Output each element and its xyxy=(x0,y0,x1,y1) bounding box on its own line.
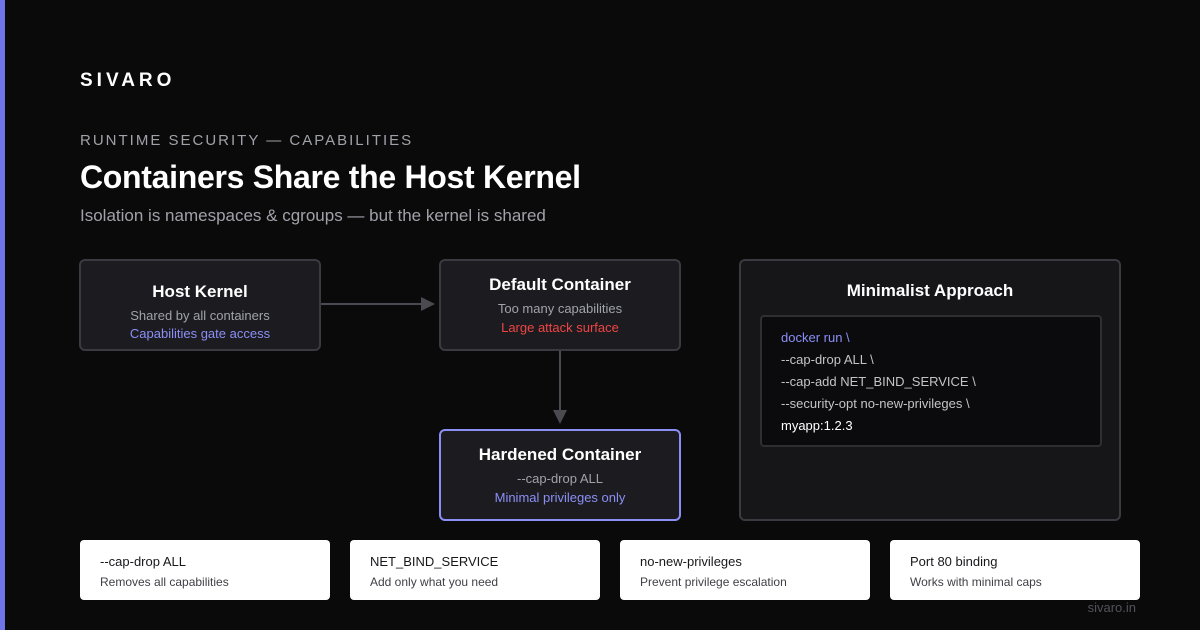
node-hardened-container: Hardened Container --cap-drop ALL Minima… xyxy=(439,429,681,521)
card-desc: Works with minimal caps xyxy=(910,575,1042,589)
info-card-cap-drop: --cap-drop ALL Removes all capabilities xyxy=(80,540,330,600)
card-title: NET_BIND_SERVICE xyxy=(370,554,499,569)
code-line: docker run \ xyxy=(781,330,850,345)
node-host-desc: Shared by all containers xyxy=(130,308,270,323)
card-desc: Add only what you need xyxy=(370,575,499,589)
arrow-default-to-hardened-head xyxy=(553,410,567,424)
minimalist-panel: Minimalist Approach docker run \ --cap-d… xyxy=(739,259,1121,521)
card-title: Port 80 binding xyxy=(910,554,998,569)
code-block: docker run \ --cap-drop ALL \ --cap-add … xyxy=(760,315,1102,447)
node-host-kernel: Host Kernel Shared by all containers Cap… xyxy=(79,259,321,351)
node-hardened-desc: --cap-drop ALL xyxy=(517,471,603,486)
node-hardened-note: Minimal privileges only xyxy=(494,490,626,505)
footer-url: sivaro.in xyxy=(1087,600,1136,615)
code-line: myapp:1.2.3 xyxy=(781,418,853,433)
code-line: --cap-drop ALL \ xyxy=(781,352,874,367)
card-title: --cap-drop ALL xyxy=(100,554,186,569)
minimalist-title: Minimalist Approach xyxy=(846,281,1014,300)
node-default-warning: Large attack surface xyxy=(501,320,619,335)
arrow-host-to-default-head xyxy=(421,297,435,311)
info-card-no-new-privileges: no-new-privileges Prevent privilege esca… xyxy=(620,540,870,600)
node-default-title: Default Container xyxy=(489,275,631,294)
card-title: no-new-privileges xyxy=(640,554,742,569)
card-desc: Removes all capabilities xyxy=(100,575,229,589)
node-default-desc: Too many capabilities xyxy=(497,301,623,316)
node-default-container: Default Container Too many capabilities … xyxy=(439,259,681,351)
node-hardened-title: Hardened Container xyxy=(478,445,642,464)
node-host-note: Capabilities gate access xyxy=(129,326,271,341)
info-card-net-bind: NET_BIND_SERVICE Add only what you need xyxy=(350,540,600,600)
card-desc: Prevent privilege escalation xyxy=(640,575,787,589)
info-card-port-80: Port 80 binding Works with minimal caps xyxy=(890,540,1140,600)
code-line: --security-opt no-new-privileges \ xyxy=(781,396,970,411)
code-line: --cap-add NET_BIND_SERVICE \ xyxy=(781,374,976,389)
node-host-title: Host Kernel xyxy=(152,282,248,301)
